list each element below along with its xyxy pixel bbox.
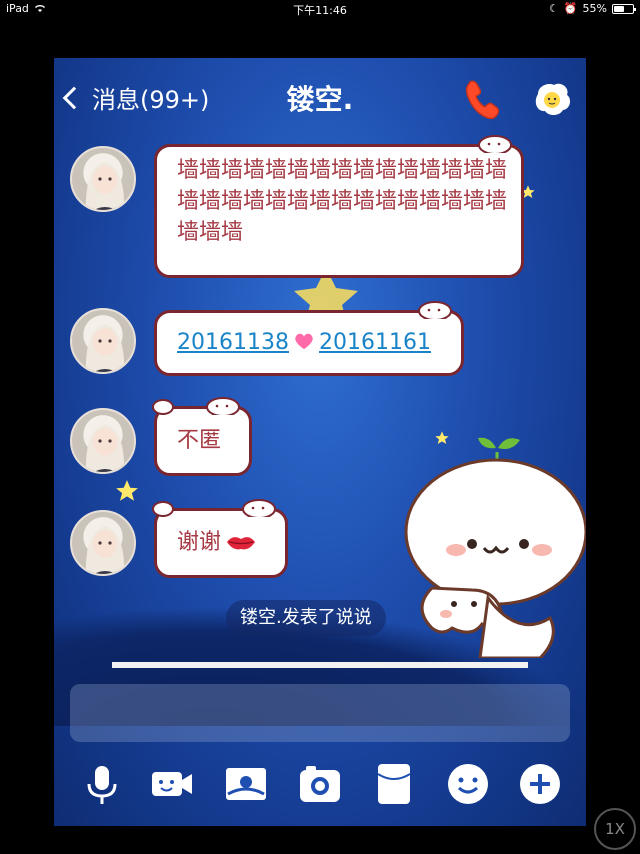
nav-bar: 消息(99+) 镂空. [54,58,586,138]
avatar-image [85,526,125,574]
avatar-image [85,424,125,472]
phone-call-icon[interactable] [460,76,504,120]
avatar-image [85,324,125,372]
message-bubble[interactable]: 20161138 20161161 [154,301,464,376]
zoom-toggle-button[interactable]: 1X [594,808,636,850]
moon-icon: ☾ [548,2,559,15]
star-decoration [116,480,138,501]
chat-title: 镂空. [286,83,354,116]
emoji-icon[interactable] [444,760,492,808]
avatar[interactable] [70,146,136,212]
video-call-icon[interactable] [148,760,196,808]
camera-icon[interactable] [296,760,344,808]
alarm-icon: ⏰ [563,2,578,15]
message-input[interactable] [70,684,570,742]
message-link[interactable]: 20161138 [177,330,289,355]
avatar[interactable] [70,308,136,374]
image-icon[interactable] [222,760,270,808]
profile-egg-icon[interactable] [532,80,572,118]
divider [112,662,528,668]
battery-percent: 55% [582,2,607,15]
message-text: 谢谢 [177,530,222,555]
message-link[interactable]: 20161161 [319,330,431,355]
status-right: ☾ ⏰ 55% [548,2,636,15]
red-packet-icon[interactable] [370,760,418,808]
kiss-lips-emoji-icon [227,537,256,550]
mascot-sticker [404,437,586,658]
message-bubble[interactable]: 不匿 [152,397,252,476]
avatar[interactable] [70,408,136,474]
bunny-ear-decoration [478,135,512,153]
bunny-ear-decoration [418,301,452,319]
bunny-ear-decoration [242,499,276,517]
message-text: 墙墙墙墙墙墙墙墙墙墙墙墙墙墙墙墙墙墙墙墙墙墙墙墙墙墙墙墙墙墙墙墙墙 [177,158,508,245]
status-time: 下午11:46 [293,4,347,17]
message-bubble[interactable]: 墙墙墙墙墙墙墙墙墙墙墙墙墙墙墙墙墙墙墙墙墙墙墙墙墙墙墙墙墙墙墙墙墙 [154,135,524,278]
message-bubble[interactable]: 谢谢 [152,499,288,578]
activity-notice[interactable]: 镂空.发表了说说 [226,600,386,636]
bunny-paw-decoration [152,501,174,517]
bunny-ear-decoration [206,397,240,415]
battery-icon [612,3,636,14]
chat-window: 消息(99+) 镂空. 墙墙墙墙墙墙墙墙墙墙墙墙墙墙墙墙墙墙墙墙墙墙墙墙墙墙墙墙… [54,58,586,826]
microphone-icon[interactable] [78,760,126,808]
bunny-paw-decoration [152,399,174,415]
avatar-image [85,162,125,210]
message-text: 不匿 [177,428,222,453]
plus-icon[interactable] [516,760,564,808]
status-bar: iPad 下午11:46 ☾ ⏰ 55% [0,0,640,18]
avatar[interactable] [70,510,136,576]
toolbar [54,754,586,826]
heart-emoji-icon [295,333,313,350]
